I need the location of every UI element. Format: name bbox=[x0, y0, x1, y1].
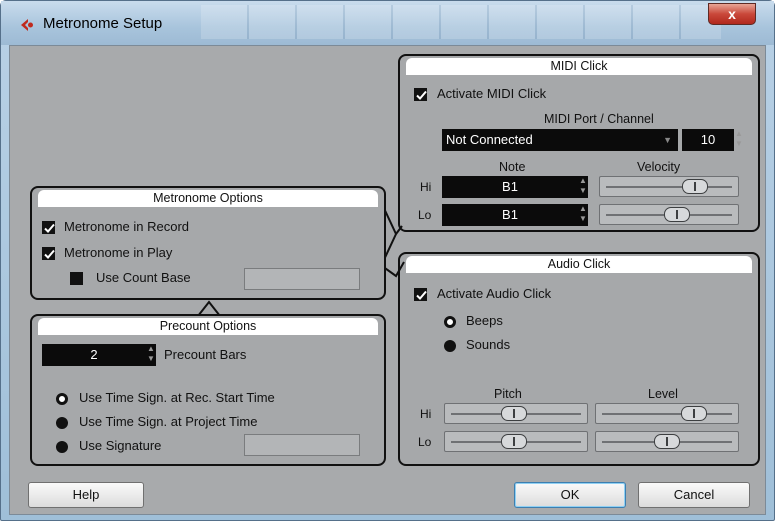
time-sign-project-radio[interactable] bbox=[56, 417, 68, 429]
audio-hi-level-slider[interactable] bbox=[595, 403, 739, 424]
window-title: Metronome Setup bbox=[43, 15, 163, 32]
cancel-button-label: Cancel bbox=[673, 487, 715, 502]
slider-thumb[interactable] bbox=[681, 406, 707, 421]
close-icon: x bbox=[728, 6, 736, 22]
midi-hi-note-value: B1 bbox=[502, 179, 518, 194]
precount-bars-spinner-icon[interactable]: ▲ ▼ bbox=[146, 344, 156, 366]
slider-thumb[interactable] bbox=[501, 434, 527, 449]
midi-click-panel: MIDI Click Activate MIDI Click MIDI Port… bbox=[398, 54, 760, 232]
activate-midi-click-checkbox[interactable] bbox=[414, 88, 427, 101]
midi-click-title: MIDI Click bbox=[406, 58, 752, 75]
count-base-field[interactable] bbox=[244, 268, 360, 290]
midi-lo-velocity-slider[interactable] bbox=[599, 204, 739, 225]
midi-hi-note-spinner-icon[interactable]: ▲ ▼ bbox=[578, 176, 588, 198]
ok-button[interactable]: OK bbox=[514, 482, 626, 508]
slider-thumb[interactable] bbox=[501, 406, 527, 421]
audio-hi-label: Hi bbox=[420, 407, 432, 421]
sounds-label: Sounds bbox=[466, 337, 511, 352]
metronome-setup-window: Metronome Setup x MIDI Click Activate MI… bbox=[0, 0, 775, 521]
pitch-column-header: Pitch bbox=[494, 387, 522, 401]
close-button[interactable]: x bbox=[708, 3, 756, 25]
beeps-label: Beeps bbox=[466, 313, 503, 328]
precount-options-title: Precount Options bbox=[38, 318, 378, 335]
checkmark-icon bbox=[44, 223, 55, 233]
midi-lo-note-spinner-icon[interactable]: ▲ ▼ bbox=[578, 204, 588, 226]
metronome-in-record-label: Metronome in Record bbox=[64, 219, 189, 234]
midi-lo-note-value: B1 bbox=[502, 207, 518, 222]
midi-hi-note-field[interactable]: B1 bbox=[442, 176, 578, 198]
midi-hi-velocity-slider[interactable] bbox=[599, 176, 739, 197]
help-button-label: Help bbox=[72, 487, 100, 502]
midi-port-select[interactable]: Not Connected ▼ bbox=[442, 129, 678, 151]
midi-port-value: Not Connected bbox=[446, 132, 533, 147]
title-bar-decoration bbox=[201, 5, 721, 39]
time-sign-project-label: Use Time Sign. at Project Time bbox=[79, 414, 258, 429]
precount-options-panel: Precount Options 2 ▲ ▼ Precount Bars Use … bbox=[30, 314, 386, 466]
midi-channel-field[interactable]: 10 bbox=[682, 129, 734, 151]
slider-track bbox=[602, 413, 732, 415]
audio-lo-label: Lo bbox=[418, 435, 432, 449]
activate-audio-click-label: Activate Audio Click bbox=[437, 286, 552, 301]
use-count-base-label: Use Count Base bbox=[96, 270, 191, 285]
midi-hi-label: Hi bbox=[420, 180, 432, 194]
use-signature-radio[interactable] bbox=[56, 441, 68, 453]
time-sign-rec-start-label: Use Time Sign. at Rec. Start Time bbox=[79, 390, 275, 405]
midi-lo-note-field[interactable]: B1 bbox=[442, 204, 578, 226]
slider-thumb[interactable] bbox=[682, 179, 708, 194]
audio-click-title: Audio Click bbox=[406, 256, 752, 273]
velocity-column-header: Velocity bbox=[637, 160, 681, 174]
slider-track bbox=[606, 186, 732, 188]
precount-bars-label: Precount Bars bbox=[164, 347, 247, 362]
activate-audio-click-checkbox[interactable] bbox=[414, 288, 427, 301]
audio-hi-pitch-slider[interactable] bbox=[444, 403, 588, 424]
metronome-in-record-checkbox[interactable] bbox=[42, 221, 55, 234]
dialog-client-area: MIDI Click Activate MIDI Click MIDI Port… bbox=[9, 45, 766, 515]
slider-thumb[interactable] bbox=[664, 207, 690, 222]
sounds-radio[interactable] bbox=[444, 340, 456, 352]
metronome-options-panel: Metronome Options Metronome in Record Me… bbox=[30, 186, 386, 300]
midi-port-channel-label: MIDI Port / Channel bbox=[544, 112, 654, 126]
cubase-app-icon bbox=[21, 19, 33, 31]
checkmark-icon bbox=[416, 90, 427, 100]
checkmark-icon bbox=[416, 290, 427, 300]
midi-lo-label: Lo bbox=[418, 208, 432, 222]
use-signature-label: Use Signature bbox=[79, 438, 162, 453]
audio-lo-pitch-slider[interactable] bbox=[444, 431, 588, 452]
time-sign-rec-start-radio[interactable] bbox=[56, 393, 68, 405]
precount-bars-value: 2 bbox=[90, 347, 98, 362]
cancel-button[interactable]: Cancel bbox=[638, 482, 750, 508]
slider-thumb[interactable] bbox=[654, 434, 680, 449]
checkmark-icon bbox=[44, 249, 55, 259]
precount-bars-field[interactable]: 2 bbox=[42, 344, 146, 366]
signature-field[interactable] bbox=[244, 434, 360, 456]
metronome-in-play-checkbox[interactable] bbox=[42, 247, 55, 260]
metronome-in-play-label: Metronome in Play bbox=[64, 245, 173, 260]
metronome-options-title: Metronome Options bbox=[38, 190, 378, 207]
chevron-down-icon: ▼ bbox=[663, 135, 672, 145]
help-button[interactable]: Help bbox=[28, 482, 144, 508]
beeps-radio[interactable] bbox=[444, 316, 456, 328]
ok-button-label: OK bbox=[560, 487, 580, 502]
audio-click-panel: Audio Click Activate Audio Click Beeps S… bbox=[398, 252, 760, 466]
note-column-header: Note bbox=[499, 160, 526, 174]
title-bar[interactable]: Metronome Setup x bbox=[1, 1, 774, 45]
midi-channel-value: 10 bbox=[700, 132, 716, 147]
activate-midi-click-label: Activate MIDI Click bbox=[437, 86, 547, 101]
midi-channel-spinner-icon[interactable]: ▲ ▼ bbox=[734, 129, 744, 151]
audio-lo-level-slider[interactable] bbox=[595, 431, 739, 452]
level-column-header: Level bbox=[648, 387, 678, 401]
use-count-base-checkbox[interactable] bbox=[70, 272, 83, 285]
